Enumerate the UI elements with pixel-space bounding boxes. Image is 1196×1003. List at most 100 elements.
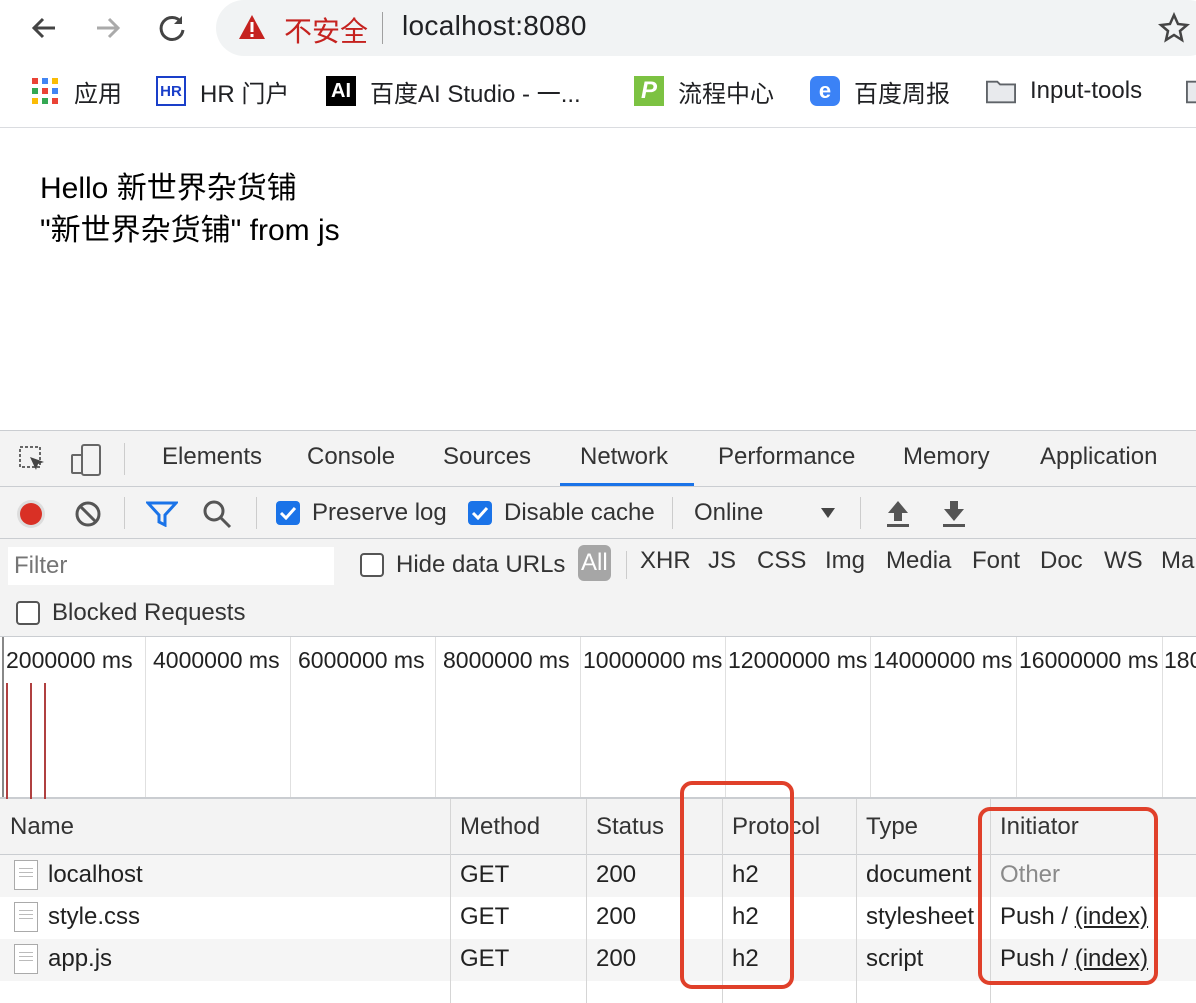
table-row[interactable]: app.js GET 200 h2 script Push / (index)	[0, 939, 1196, 981]
tab-memory[interactable]: Memory	[903, 443, 990, 471]
network-toolbar: Preserve log Disable cache Online	[0, 487, 1196, 539]
filter-type-xhr[interactable]: XHR	[640, 547, 691, 575]
separator	[124, 443, 125, 475]
timeline-gridline	[290, 637, 291, 797]
clear-icon[interactable]	[74, 500, 102, 528]
timeline-tick-label: 16000000 ms	[1019, 647, 1159, 673]
waterfall-request-bar	[6, 683, 8, 799]
request-name: app.js	[48, 945, 113, 972]
timeline-gridline	[870, 637, 871, 797]
initiator-link[interactable]: (index)	[1075, 903, 1148, 930]
column-header-type[interactable]: Type	[866, 813, 918, 841]
address-bar[interactable]: 不安全 localhost:8080	[216, 0, 1196, 56]
table-row[interactable]: localhost GET 200 h2 document Other	[0, 855, 1196, 897]
timeline-gridline	[2, 637, 4, 797]
bookmark-weekly-report[interactable]: e 百度周报	[810, 74, 950, 108]
record-icon[interactable]	[16, 499, 46, 529]
blocked-requests-checkbox[interactable]: Blocked Requests	[16, 599, 245, 627]
bookmark-ai-studio[interactable]: AI 百度AI Studio - 一...	[326, 74, 581, 108]
separator	[672, 497, 673, 529]
filter-type-js[interactable]: JS	[708, 547, 736, 575]
insecure-label[interactable]: 不安全	[284, 10, 368, 50]
timeline-gridline	[580, 637, 581, 797]
reload-button[interactable]	[150, 8, 194, 48]
checkbox-unchecked-icon	[16, 601, 40, 625]
separator	[626, 551, 627, 579]
import-har-icon[interactable]	[884, 499, 912, 529]
back-arrow-icon	[31, 17, 55, 39]
timeline-gridline	[435, 637, 436, 797]
preserve-log-label: Preserve log	[312, 499, 447, 526]
waterfall-request-bar	[44, 683, 46, 799]
column-header-status[interactable]: Status	[596, 813, 664, 841]
device-toolbar-icon[interactable]	[70, 443, 104, 477]
bookmark-input-tools[interactable]: Input-tools	[986, 74, 1142, 108]
column-header-initiator[interactable]: Initiator	[1000, 813, 1079, 841]
tab-sources[interactable]: Sources	[443, 443, 531, 471]
column-divider[interactable]	[856, 799, 857, 1003]
active-tab-indicator	[560, 483, 694, 486]
bookmark-star-icon[interactable]	[1158, 12, 1190, 44]
throttling-select[interactable]: Online	[694, 499, 844, 527]
initiator-text: Push /	[1000, 903, 1075, 930]
column-header-method[interactable]: Method	[460, 813, 540, 841]
forward-arrow-icon	[97, 17, 121, 39]
timeline-tick-label: 14000000 ms	[873, 647, 1013, 673]
bookmark-process-center[interactable]: P 流程中心	[634, 74, 774, 108]
column-divider[interactable]	[450, 799, 451, 1003]
inspect-element-icon[interactable]	[18, 445, 48, 475]
hide-data-urls-checkbox[interactable]: Hide data URLs	[360, 551, 565, 579]
search-icon[interactable]	[202, 499, 232, 529]
column-divider[interactable]	[990, 799, 991, 1003]
timeline-tick-label: 180	[1164, 647, 1196, 673]
devtools-tabbar: Elements Console Sources Network Perform…	[0, 431, 1196, 487]
filter-type-img[interactable]: Img	[825, 547, 865, 575]
document-file-icon	[14, 902, 38, 932]
document-file-icon	[14, 944, 38, 974]
warning-icon	[239, 15, 265, 39]
request-status: 200	[596, 945, 637, 972]
table-row[interactable]: style.css GET 200 h2 stylesheet Push / (…	[0, 897, 1196, 939]
bookmark-hr-portal[interactable]: HR HR 门户	[156, 74, 289, 108]
preserve-log-checkbox[interactable]: Preserve log	[276, 499, 447, 527]
tab-performance[interactable]: Performance	[718, 443, 855, 471]
column-divider[interactable]	[722, 799, 723, 1003]
filter-type-doc[interactable]: Doc	[1040, 547, 1083, 575]
separator	[124, 497, 125, 529]
filter-input[interactable]	[8, 547, 334, 585]
filter-type-media[interactable]: Media	[886, 547, 951, 575]
request-status: 200	[596, 861, 637, 888]
blocked-requests-bar: Blocked Requests	[0, 589, 1196, 637]
column-header-name[interactable]: Name	[10, 813, 74, 841]
filter-type-all[interactable]: All	[578, 545, 611, 581]
bookmark-label: HR 门户	[200, 80, 290, 108]
table-header: Name Method Status Protocol Type Initiat…	[0, 799, 1196, 855]
tab-console[interactable]: Console	[307, 443, 395, 471]
initiator-link[interactable]: (index)	[1075, 945, 1148, 972]
bookmark-apps[interactable]: 应用	[30, 74, 122, 108]
separator	[860, 497, 861, 529]
network-overview-timeline[interactable]: 2000000 ms 4000000 ms 6000000 ms 8000000…	[0, 637, 1196, 799]
blocked-requests-label: Blocked Requests	[52, 599, 246, 626]
column-divider[interactable]	[586, 799, 587, 1003]
waterfall-request-bar	[30, 683, 32, 799]
url-text[interactable]: localhost:8080	[402, 10, 587, 42]
filter-type-css[interactable]: CSS	[757, 547, 806, 575]
column-header-protocol[interactable]: Protocol	[732, 813, 820, 841]
filter-funnel-icon[interactable]	[146, 501, 178, 527]
bookmark-label: 百度AI Studio - 一...	[370, 80, 581, 108]
back-button[interactable]	[22, 8, 66, 48]
filter-type-font[interactable]: Font	[972, 547, 1020, 575]
omnibox-separator	[382, 12, 383, 44]
export-har-icon[interactable]	[940, 499, 968, 529]
tab-elements[interactable]: Elements	[162, 443, 262, 471]
filter-type-ws[interactable]: WS	[1104, 547, 1143, 575]
bookmark-overflow[interactable]	[1186, 74, 1196, 108]
filter-type-manifest[interactable]: Ma	[1161, 547, 1194, 575]
forward-button[interactable]	[86, 8, 130, 48]
tab-network[interactable]: Network	[580, 443, 668, 471]
throttling-value: Online	[694, 499, 764, 526]
disable-cache-checkbox[interactable]: Disable cache	[468, 499, 655, 527]
request-protocol: h2	[732, 945, 759, 972]
tab-application[interactable]: Application	[1040, 443, 1157, 471]
